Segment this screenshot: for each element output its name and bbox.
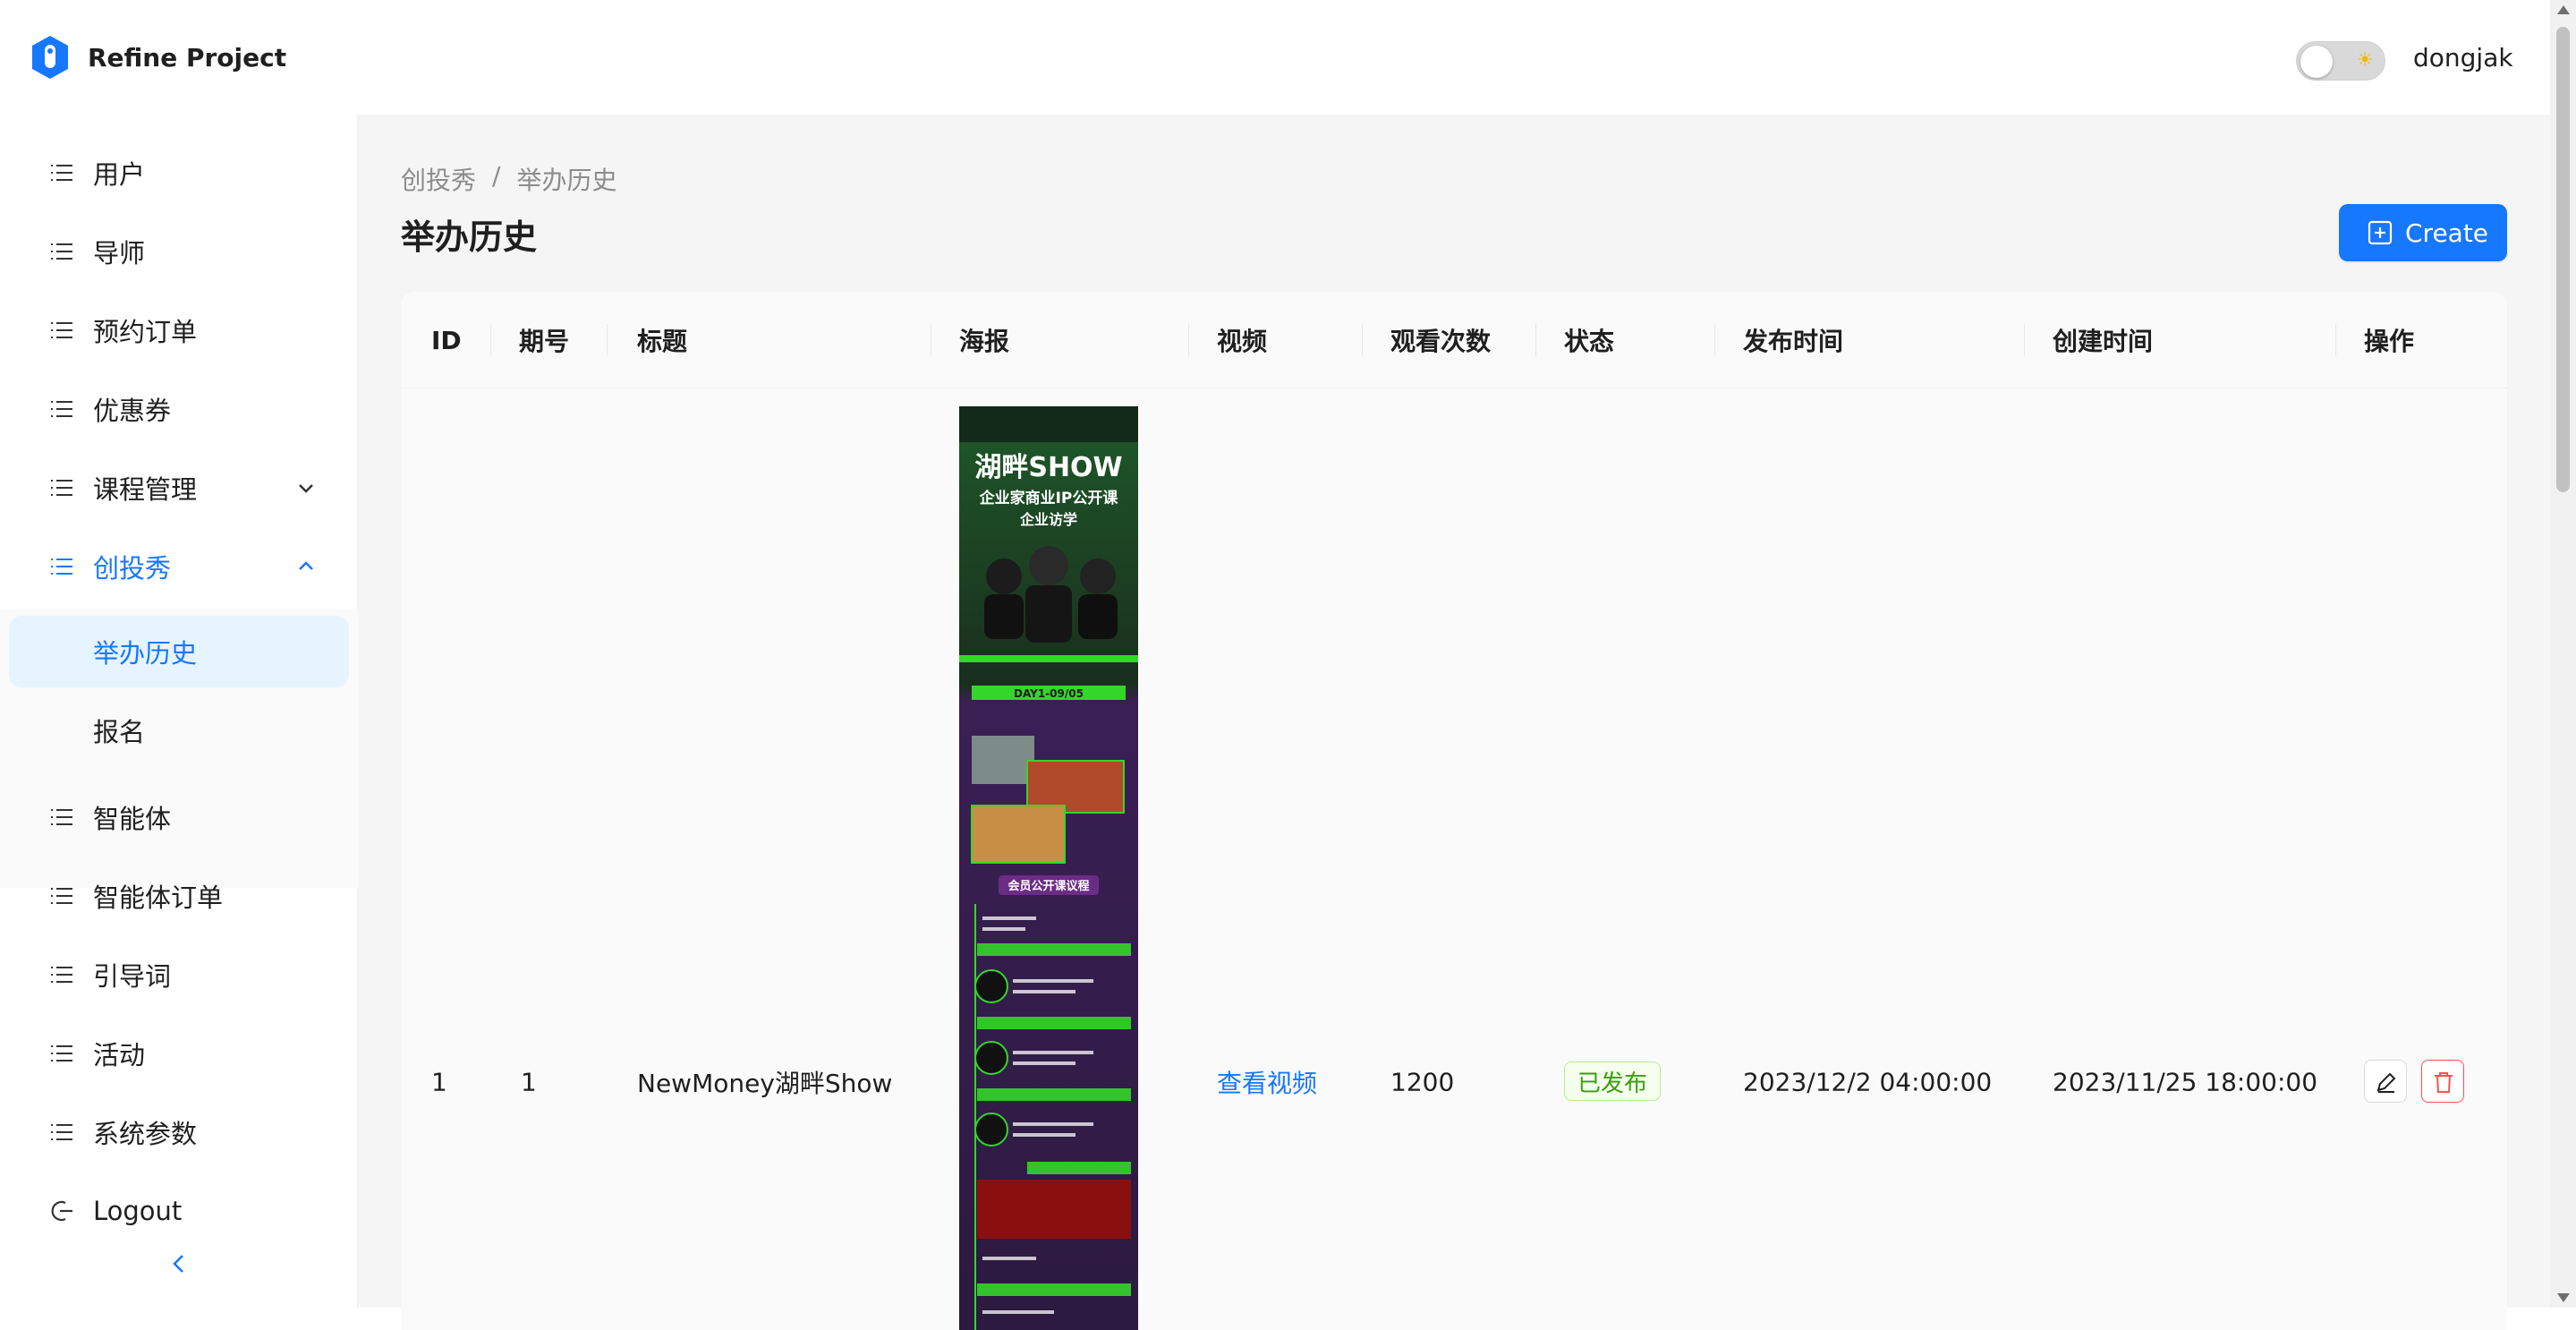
list-icon <box>51 401 72 417</box>
sidebar-item-label: 创投秀 <box>93 553 172 584</box>
create-button[interactable]: Create <box>2339 204 2507 261</box>
sidebar-item-agents[interactable]: 智能体 <box>0 781 358 853</box>
app-title: Refine Project <box>88 42 287 72</box>
cell-views: 1200 <box>1390 1067 1455 1097</box>
sun-icon: ☀ <box>2356 49 2374 72</box>
status-badge: 已发布 <box>1564 1061 1662 1101</box>
column-header-id[interactable]: ID <box>431 292 462 388</box>
scroll-down-arrow-icon[interactable] <box>2557 1293 2570 1302</box>
top-header: Refine Project ☀ dongjak <box>0 0 2576 115</box>
poster-day-banner: DAY1-09/05 <box>1014 687 1084 700</box>
refine-logo-icon <box>32 36 68 79</box>
sidebar-item-label: 智能体订单 <box>93 882 224 913</box>
delete-button[interactable] <box>2421 1060 2464 1103</box>
sidebar-item-mentors[interactable]: 导师 <box>0 216 358 287</box>
sidebar-item-label: 预约订单 <box>93 317 198 347</box>
sidebar-subitem-history[interactable]: 举办历史 <box>9 616 349 687</box>
sidebar-subitem-signup[interactable]: 报名 <box>9 695 349 766</box>
chevron-up-icon <box>299 561 313 570</box>
column-header-created[interactable]: 创建时间 <box>2053 292 2153 388</box>
sidebar-item-label: Logout <box>93 1196 183 1226</box>
chevron-down-icon <box>299 484 313 493</box>
sidebar-item-label: 智能体 <box>93 804 172 834</box>
sidebar-item-logout[interactable]: Logout <box>0 1175 358 1247</box>
cell-issue: 1 <box>521 1067 537 1097</box>
breadcrumb-parent[interactable]: 创投秀 <box>401 161 476 197</box>
cell-id: 1 <box>431 1067 447 1097</box>
list-icon <box>51 243 72 260</box>
list-icon <box>51 1124 72 1140</box>
sidebar-item-label: 系统参数 <box>93 1119 198 1149</box>
list-icon <box>51 480 72 496</box>
poster-subtitle2: 企业访学 <box>1019 511 1077 528</box>
sidebar-item-label: 课程管理 <box>93 474 198 505</box>
page-title: 举办历史 <box>401 217 538 257</box>
theme-toggle[interactable]: ☀ <box>2296 41 2385 81</box>
main-content: 创投秀 / 举办历史 举办历史 Create ID 期号 标题 海报 视频 观看… <box>358 115 2550 1330</box>
brand[interactable]: Refine Project <box>27 34 286 81</box>
sidebar-subitem-label: 举办历史 <box>93 638 198 669</box>
user-name: dongjak <box>2413 43 2513 72</box>
list-icon <box>51 1045 72 1061</box>
column-header-actions: 操作 <box>2364 327 2415 356</box>
sidebar-item-venture-show[interactable]: 创投秀 <box>0 531 358 602</box>
list-icon <box>51 809 72 825</box>
list-icon <box>51 322 72 338</box>
sidebar-subitem-label: 报名 <box>93 717 146 747</box>
list-icon <box>51 967 72 983</box>
cell-published-at: 2023/12/2 04:00:00 <box>1743 1067 1993 1097</box>
sidebar-item-agent-orders[interactable]: 智能体订单 <box>0 860 358 932</box>
breadcrumb-separator: / <box>492 161 501 191</box>
history-table: ID 期号 标题 海报 视频 观看次数 状态 发布时间 创建时间 操作 1 1 … <box>401 292 2507 1330</box>
page-scrollbar[interactable] <box>2550 0 2576 1308</box>
sidebar-item-prompts[interactable]: 引导词 <box>0 939 358 1010</box>
trash-icon <box>2435 1072 2453 1093</box>
cell-created-at: 2023/11/25 18:00:00 <box>2053 1067 2318 1097</box>
edit-button[interactable] <box>2364 1060 2407 1103</box>
sidebar-item-users[interactable]: 用户 <box>0 137 358 209</box>
sidebar-item-label: 优惠券 <box>93 396 172 426</box>
logout-icon <box>51 1200 72 1222</box>
view-video-link[interactable]: 查看视频 <box>1217 1064 1317 1100</box>
poster-image[interactable]: 湖畔SHOW 企业家商业IP公开课 企业访学 DAY1-09/05 会员公开课议… <box>959 406 1138 1330</box>
sidebar-item-label: 用户 <box>93 159 146 190</box>
create-button-label: Create <box>2405 217 2489 248</box>
column-header-status[interactable]: 状态 <box>1564 292 1614 388</box>
collapse-sidebar-icon[interactable] <box>166 1251 191 1276</box>
edit-icon <box>2376 1072 2396 1093</box>
poster-section: 会员公开课议程 <box>1007 879 1089 893</box>
column-header-title[interactable]: 标题 <box>637 292 687 388</box>
breadcrumb-current: 举办历史 <box>516 166 617 195</box>
column-header-views[interactable]: 观看次数 <box>1390 292 1491 388</box>
sidebar-item-coupons[interactable]: 优惠券 <box>0 373 358 445</box>
sidebar-item-label: 引导词 <box>93 961 172 992</box>
scroll-thumb[interactable] <box>2556 27 2570 492</box>
list-icon <box>51 165 72 181</box>
table-header: ID 期号 标题 海报 视频 观看次数 状态 发布时间 创建时间 操作 <box>401 292 2507 388</box>
column-header-published[interactable]: 发布时间 <box>1743 292 1843 388</box>
sidebar-item-label: 活动 <box>93 1040 146 1070</box>
table-row <box>401 388 2507 1330</box>
sidebar-item-system-params[interactable]: 系统参数 <box>0 1096 358 1168</box>
sidebar-item-courses[interactable]: 课程管理 <box>0 452 358 524</box>
poster-subtitle: 企业家商业IP公开课 <box>979 489 1119 507</box>
column-header-video[interactable]: 视频 <box>1217 292 1267 388</box>
sidebar-item-events[interactable]: 活动 <box>0 1018 358 1089</box>
plus-square-icon <box>2368 220 2393 245</box>
cell-title: NewMoney湖畔Show <box>637 1069 893 1098</box>
scroll-up-arrow-icon[interactable] <box>2557 5 2570 14</box>
breadcrumb: 创投秀 / 举办历史 <box>401 161 616 197</box>
toggle-knob <box>2300 46 2333 78</box>
sidebar-item-bookings[interactable]: 预约订单 <box>0 294 358 366</box>
list-icon <box>51 558 72 575</box>
column-header-poster[interactable]: 海报 <box>959 292 1009 388</box>
sidebar: 用户 导师 预约订单 优惠券 课程管理 创投秀 举办历史 报名 智能体 智能体订… <box>0 115 358 1308</box>
poster-graphic: 湖畔SHOW 企业家商业IP公开课 企业访学 DAY1-09/05 会员公开课议… <box>959 406 1138 1330</box>
sidebar-item-label: 导师 <box>93 238 146 269</box>
list-icon <box>51 888 72 904</box>
column-header-issue[interactable]: 期号 <box>519 292 569 388</box>
poster-title: 湖畔SHOW <box>974 452 1122 483</box>
